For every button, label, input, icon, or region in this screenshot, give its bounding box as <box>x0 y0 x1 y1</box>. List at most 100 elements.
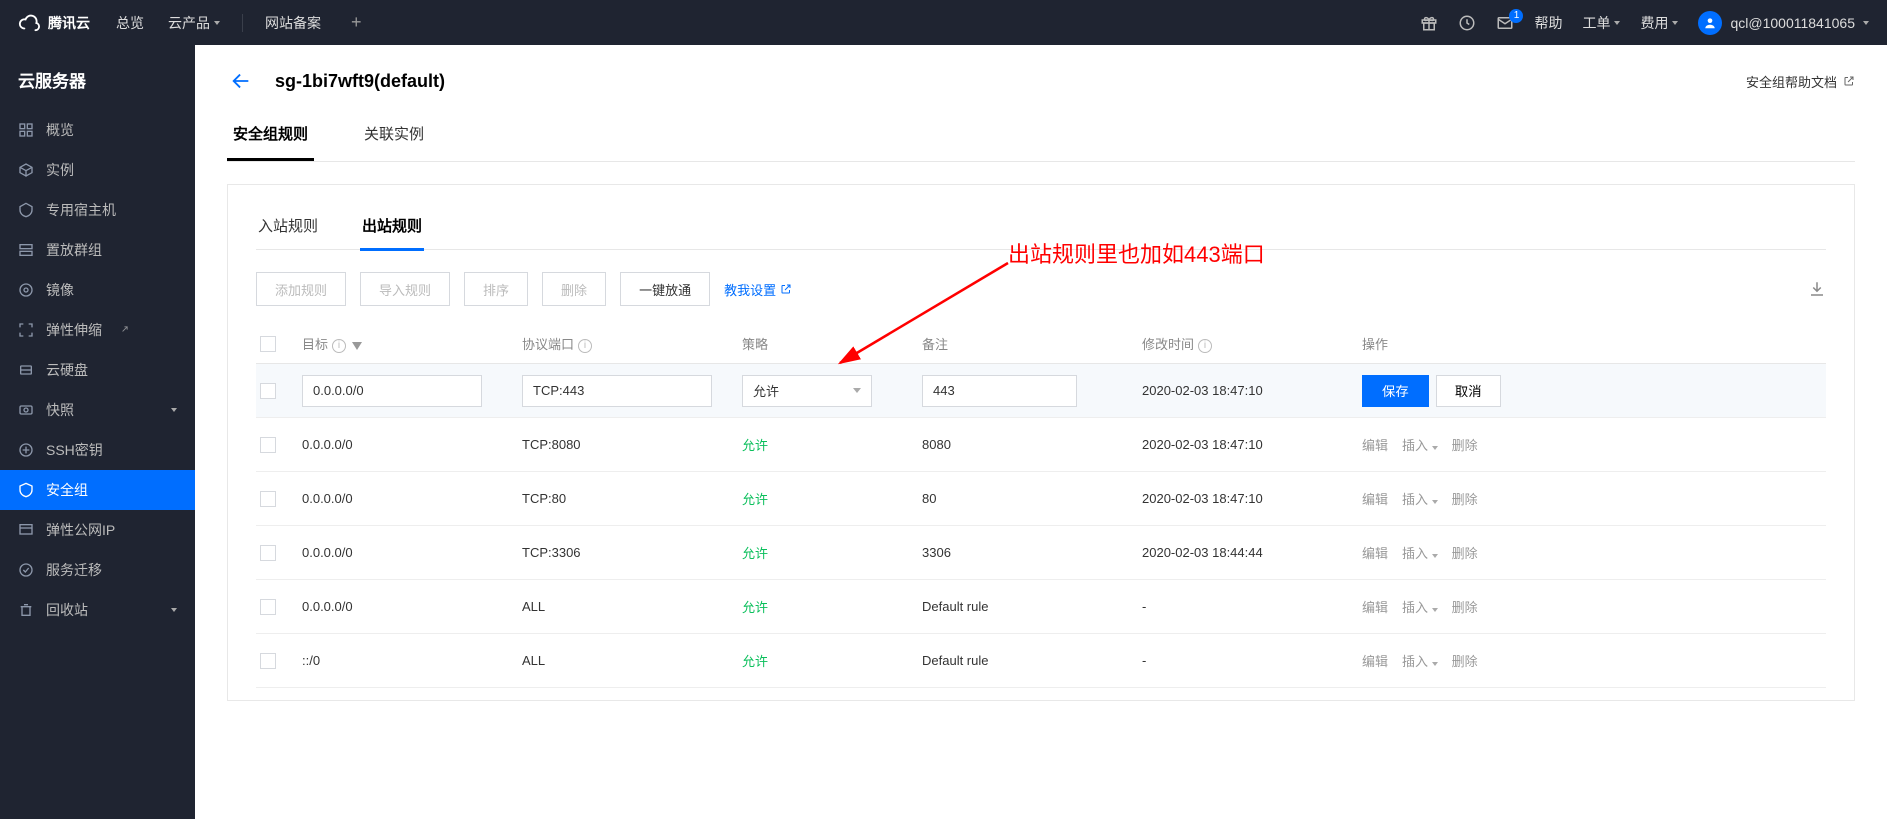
nav-overview[interactable]: 总览 <box>116 13 144 33</box>
sidebar-item-7[interactable]: 快照 <box>0 390 195 430</box>
sidebar-item-4[interactable]: 镜像 <box>0 270 195 310</box>
nav-products[interactable]: 云产品 <box>168 13 220 33</box>
nav-ticket[interactable]: 工单 <box>1582 13 1620 33</box>
edit-link[interactable]: 编辑 <box>1362 543 1388 562</box>
sidebar-item-0[interactable]: 概览 <box>0 110 195 150</box>
sidebar-item-label: SSH密钥 <box>46 440 103 460</box>
sidebar-item-2[interactable]: 专用宿主机 <box>0 190 195 230</box>
sidebar-item-8[interactable]: SSH密钥 <box>0 430 195 470</box>
chevron-down-icon <box>1863 21 1869 25</box>
row-checkbox[interactable] <box>260 545 276 561</box>
delete-link[interactable]: 删除 <box>1452 543 1478 562</box>
time-cell: - <box>1142 653 1362 668</box>
row-checkbox[interactable] <box>260 383 276 399</box>
table-row: 0.0.0.0/0TCP:3306允许33062020-02-03 18:44:… <box>256 526 1826 580</box>
sidebar-item-11[interactable]: 服务迁移 <box>0 550 195 590</box>
policy-select[interactable]: 允许 <box>742 375 872 407</box>
sidebar-item-5[interactable]: 弹性伸缩 <box>0 310 195 350</box>
target-cell: 0.0.0.0/0 <box>302 545 522 560</box>
edit-link[interactable]: 编辑 <box>1362 489 1388 508</box>
policy-cell: 允许 <box>742 435 922 454</box>
insert-link[interactable]: 插入 <box>1402 435 1438 454</box>
info-icon[interactable]: i <box>1198 339 1212 353</box>
external-link-icon <box>118 325 129 336</box>
target-cell: 0.0.0.0/0 <box>302 599 522 614</box>
rules-table: 目标i 协议端口i 策略 备注 修改时间i 操作 允许 2020-02-03 1… <box>256 324 1826 688</box>
edit-link[interactable]: 编辑 <box>1362 651 1388 670</box>
clock-icon[interactable] <box>1458 14 1476 32</box>
delete-link[interactable]: 删除 <box>1452 597 1478 616</box>
mail-icon[interactable]: 1 <box>1496 14 1514 32</box>
tab-associated[interactable]: 关联实例 <box>358 113 430 161</box>
delete-link[interactable]: 删除 <box>1452 489 1478 508</box>
select-all-checkbox[interactable] <box>260 336 276 352</box>
sidebar-item-10[interactable]: 弹性公网IP <box>0 510 195 550</box>
row-checkbox[interactable] <box>260 599 276 615</box>
sidebar-item-label: 镜像 <box>46 280 74 300</box>
filter-icon[interactable] <box>352 342 362 350</box>
main: sg-1bi7wft9(default) 安全组帮助文档 安全组规则 关联实例 … <box>195 45 1887 819</box>
row-checkbox[interactable] <box>260 437 276 453</box>
user-menu[interactable]: qcl@100011841065 <box>1698 11 1869 35</box>
delete-button[interactable]: 删除 <box>542 272 606 306</box>
row-checkbox[interactable] <box>260 653 276 669</box>
import-rule-button[interactable]: 导入规则 <box>360 272 450 306</box>
table-row: 0.0.0.0/0ALL允许Default rule-编辑插入 删除 <box>256 580 1826 634</box>
help-doc-link[interactable]: 安全组帮助文档 <box>1746 72 1855 91</box>
target-input[interactable] <box>302 375 482 407</box>
nav-help[interactable]: 帮助 <box>1534 13 1562 33</box>
sidebar-icon <box>18 162 34 178</box>
tab-inbound[interactable]: 入站规则 <box>256 209 320 250</box>
teach-link[interactable]: 教我设置 <box>724 272 792 306</box>
sort-button[interactable]: 排序 <box>464 272 528 306</box>
tab-outbound[interactable]: 出站规则 <box>360 209 424 251</box>
delete-link[interactable]: 删除 <box>1452 651 1478 670</box>
info-icon[interactable]: i <box>578 339 592 353</box>
sidebar-item-12[interactable]: 回收站 <box>0 590 195 630</box>
sidebar-item-3[interactable]: 置放群组 <box>0 230 195 270</box>
annotation-text: 出站规则里也加如443端口 <box>1008 237 1265 269</box>
sidebar-icon <box>18 202 34 218</box>
gift-icon[interactable] <box>1420 14 1438 32</box>
insert-link[interactable]: 插入 <box>1402 489 1438 508</box>
info-icon[interactable]: i <box>332 339 346 353</box>
col-proto: 协议端口i <box>522 334 742 353</box>
sidebar-icon <box>18 482 34 498</box>
add-shortcut-button[interactable]: + <box>351 12 362 33</box>
sidebar-item-label: 概览 <box>46 120 74 140</box>
tab-rules[interactable]: 安全组规则 <box>227 113 314 161</box>
sidebar-item-1[interactable]: 实例 <box>0 150 195 190</box>
sidebar-item-label: 实例 <box>46 160 74 180</box>
sidebar-icon <box>18 442 34 458</box>
time-cell: - <box>1142 599 1362 614</box>
protocol-input[interactable] <box>522 375 712 407</box>
cancel-button[interactable]: 取消 <box>1436 375 1501 407</box>
note-cell: 8080 <box>922 437 1142 452</box>
top-nav: 总览 云产品 <box>116 13 220 33</box>
table-row: 0.0.0.0/0TCP:8080允许80802020-02-03 18:47:… <box>256 418 1826 472</box>
add-rule-button[interactable]: 添加规则 <box>256 272 346 306</box>
edit-link[interactable]: 编辑 <box>1362 435 1388 454</box>
sidebar-item-9[interactable]: 安全组 <box>0 470 195 510</box>
insert-link[interactable]: 插入 <box>1402 543 1438 562</box>
open-all-button[interactable]: 一键放通 <box>620 272 710 306</box>
nav-beian[interactable]: 网站备案 <box>265 13 321 33</box>
sidebar-item-6[interactable]: 云硬盘 <box>0 350 195 390</box>
insert-link[interactable]: 插入 <box>1402 651 1438 670</box>
chevron-down-icon <box>1432 662 1438 666</box>
sidebar-item-label: 服务迁移 <box>46 560 102 580</box>
insert-link[interactable]: 插入 <box>1402 597 1438 616</box>
brand[interactable]: 腾讯云 <box>18 12 90 34</box>
nav-cost[interactable]: 费用 <box>1640 13 1678 33</box>
note-input[interactable] <box>922 375 1077 407</box>
edit-link[interactable]: 编辑 <box>1362 597 1388 616</box>
back-button[interactable] <box>227 67 255 95</box>
sidebar-icon <box>18 242 34 258</box>
row-checkbox[interactable] <box>260 491 276 507</box>
delete-link[interactable]: 删除 <box>1452 435 1478 454</box>
download-icon[interactable] <box>1808 280 1826 298</box>
protocol-cell: ALL <box>522 599 742 614</box>
save-button[interactable]: 保存 <box>1362 375 1429 407</box>
brand-label: 腾讯云 <box>48 13 90 33</box>
note-cell: Default rule <box>922 653 1142 668</box>
